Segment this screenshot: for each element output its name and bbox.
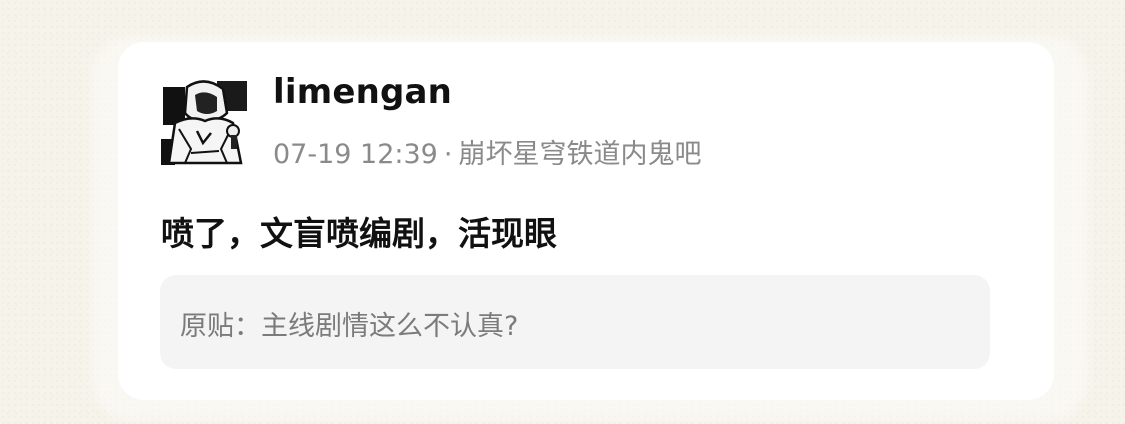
forum-name[interactable]: 崩坏星穹铁道内鬼吧 bbox=[458, 139, 701, 170]
avatar[interactable] bbox=[161, 79, 249, 167]
username[interactable]: limengan bbox=[273, 72, 452, 112]
hooded-figure-icon bbox=[161, 79, 249, 167]
post-card[interactable]: limengan 07-19 12:39 · 崩坏星穹铁道内鬼吧 喷了，文盲喷编剧，… bbox=[118, 42, 1054, 400]
quote-text: 原贴：主线剧情这么不认真? bbox=[180, 304, 518, 343]
meta-separator: · bbox=[443, 139, 453, 170]
post-timestamp: 07-19 12:39 bbox=[273, 139, 438, 170]
post-content: 喷了，文盲喷编剧，活现眼 bbox=[161, 214, 557, 253]
quote-title: 主线剧情这么不认真? bbox=[261, 311, 519, 342]
original-post-quote[interactable]: 原贴：主线剧情这么不认真? bbox=[160, 275, 990, 369]
quote-prefix: 原贴： bbox=[180, 311, 261, 342]
post-meta: 07-19 12:39 · 崩坏星穹铁道内鬼吧 bbox=[273, 132, 701, 171]
